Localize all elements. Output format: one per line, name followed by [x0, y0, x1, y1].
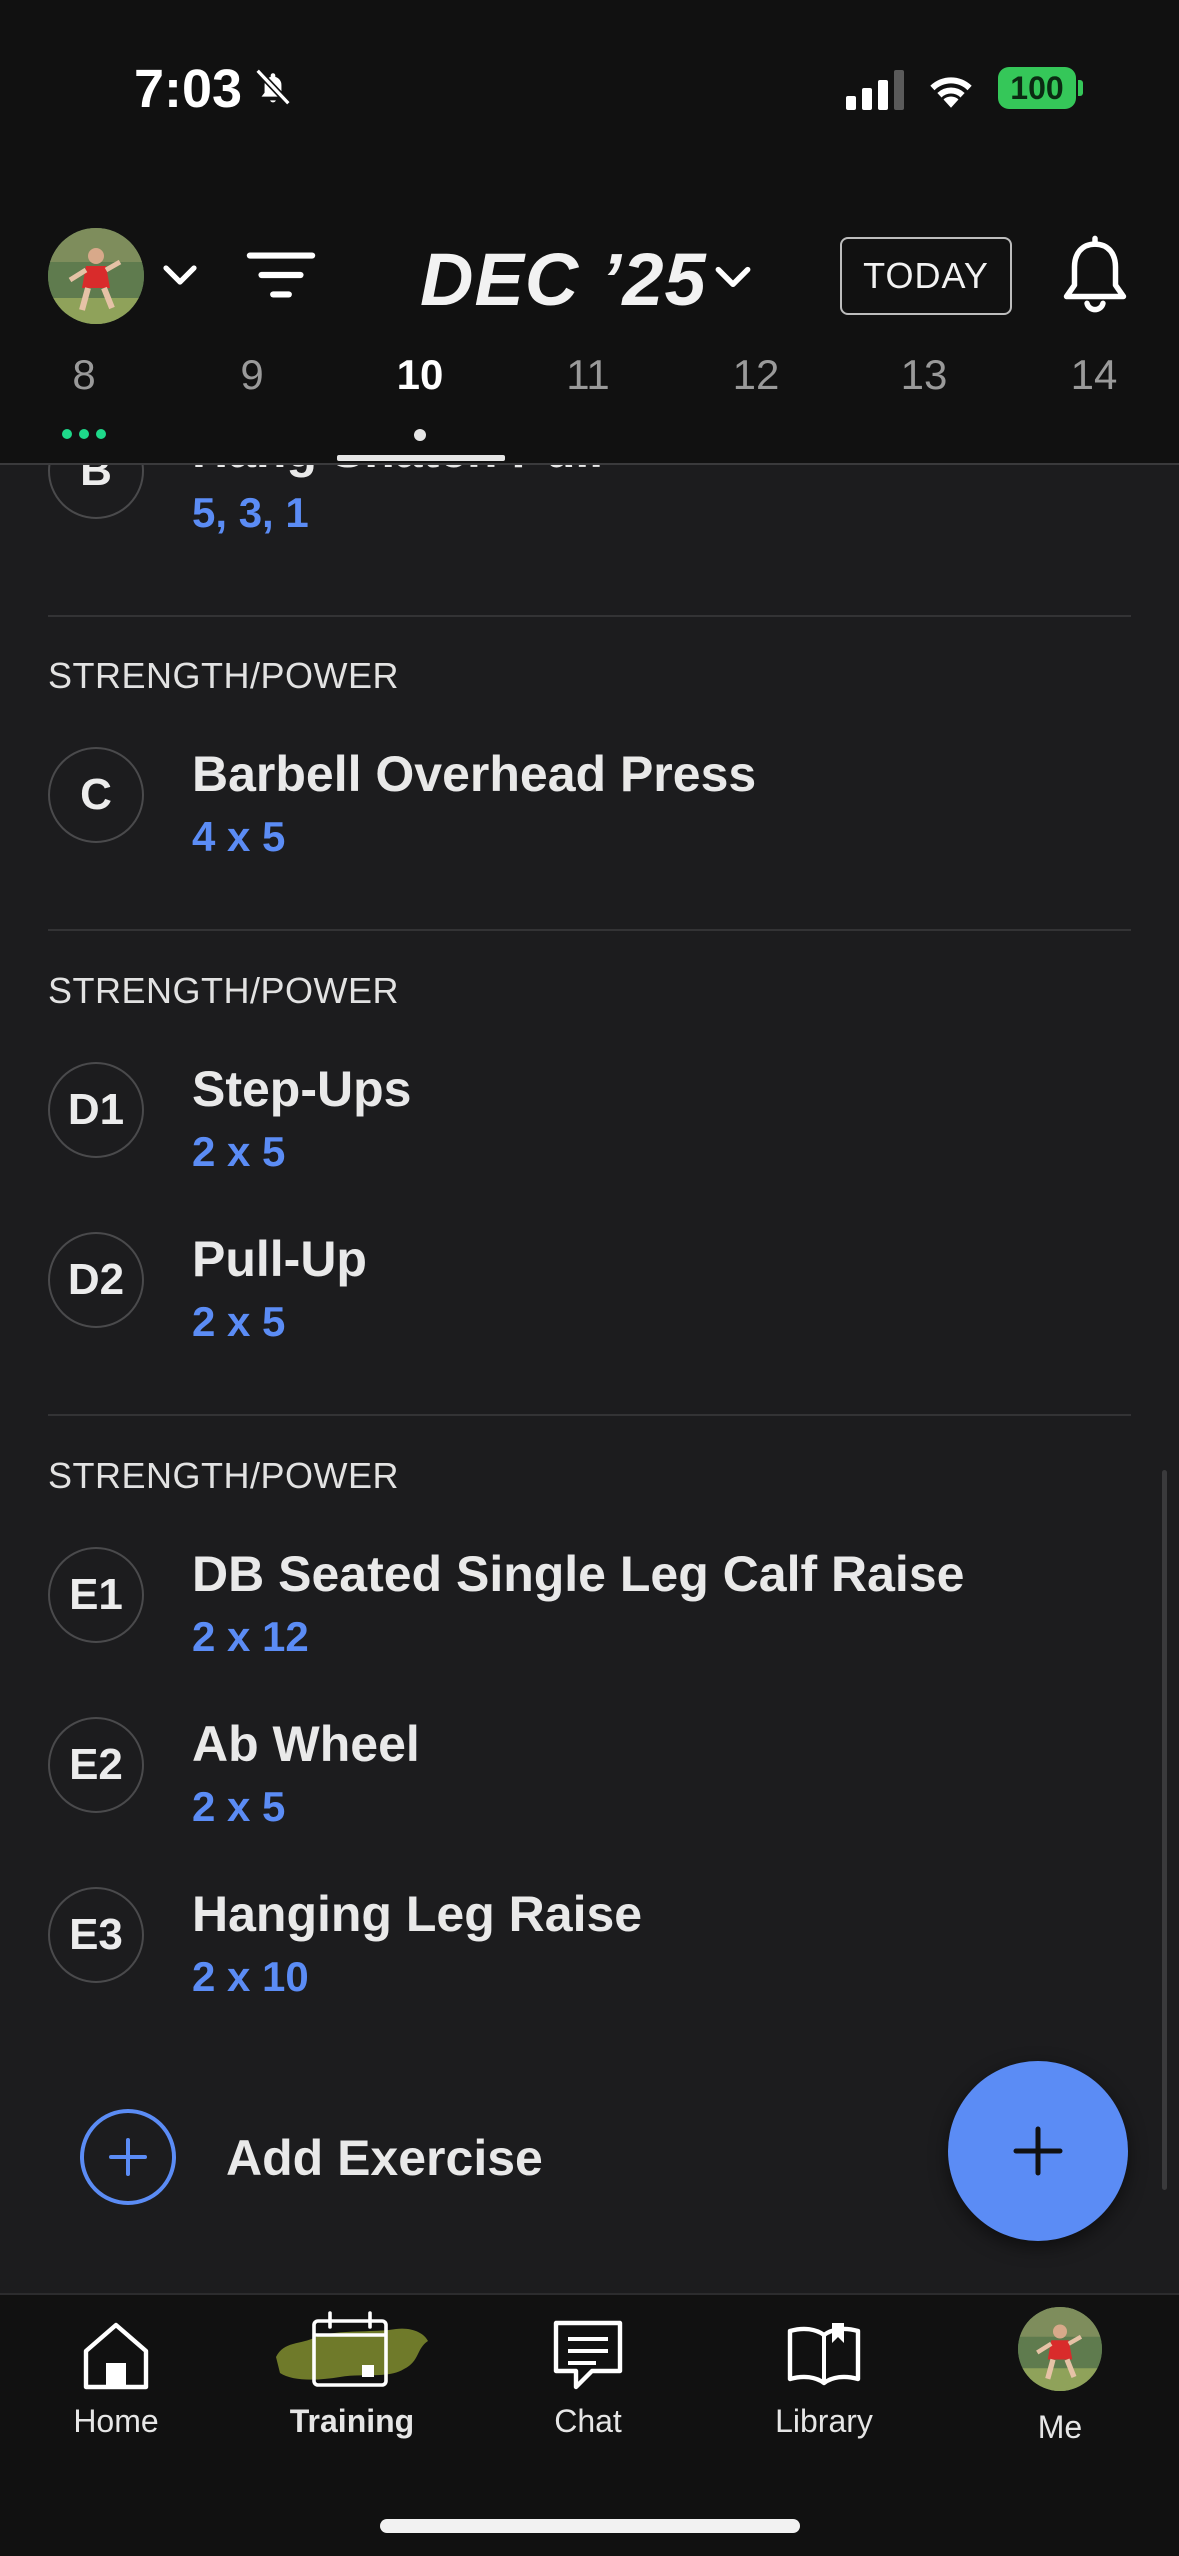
- day-number: 8: [72, 351, 96, 398]
- exercise-badge: E2: [48, 1717, 144, 1813]
- section-label: STRENGTH/POWER: [48, 655, 400, 696]
- exercise-name: Pull-Up: [192, 1231, 367, 1287]
- avatar-photo: [48, 228, 144, 324]
- cellular-signal-icon: [846, 70, 904, 110]
- exercise-item[interactable]: D1 Step-Ups 2 x 5: [0, 1060, 1179, 1200]
- day-activity-dots: [24, 429, 144, 439]
- battery-nub: [1078, 80, 1083, 96]
- day-8[interactable]: 8: [24, 351, 144, 439]
- add-exercise-button[interactable]: Add Exercise: [80, 2107, 580, 2207]
- exercise-item[interactable]: D2 Pull-Up 2 x 5: [0, 1230, 1179, 1370]
- bell-muted-icon: [255, 68, 291, 106]
- chat-icon: [553, 2320, 623, 2390]
- tab-library[interactable]: Library: [724, 2295, 924, 2455]
- exercise-name: Hanging Leg Raise: [192, 1886, 643, 1942]
- section-label: STRENGTH/POWER: [48, 1455, 400, 1496]
- exercise-name: Barbell Overhead Press: [192, 746, 757, 802]
- day-9[interactable]: 9: [192, 351, 312, 399]
- exercise-sets: 2 x 5: [192, 1298, 286, 1345]
- section-divider: [48, 929, 1131, 931]
- exercise-badge: D2: [48, 1232, 144, 1328]
- battery-indicator: 100: [998, 67, 1076, 109]
- day-number: 10: [396, 351, 444, 398]
- section-divider: [48, 1414, 1131, 1416]
- chevron-down-icon[interactable]: [160, 261, 200, 291]
- calendar-header: DEC ’25 TODAY 8 9 10 11 12 13 14: [0, 175, 1179, 465]
- exercise-sets: 2 x 10: [192, 1953, 309, 2000]
- day-activity-dots: [360, 429, 480, 441]
- bell-icon[interactable]: [1058, 235, 1132, 317]
- tab-home[interactable]: Home: [16, 2295, 216, 2455]
- status-time: 7:03: [134, 59, 243, 119]
- exercise-badge: D1: [48, 1062, 144, 1158]
- exercise-item[interactable]: E2 Ab Wheel 2 x 5: [0, 1715, 1179, 1855]
- home-icon: [83, 2322, 149, 2390]
- month-title[interactable]: DEC ’25: [420, 237, 707, 322]
- tab-chat[interactable]: Chat: [488, 2295, 688, 2455]
- exercise-sets: 2 x 5: [192, 1783, 286, 1830]
- day-10[interactable]: 10: [360, 351, 480, 441]
- wifi-icon: [930, 77, 972, 108]
- selected-day-underline: [337, 455, 505, 461]
- day-14[interactable]: 14: [1034, 351, 1154, 399]
- exercise-item[interactable]: E3 Hanging Leg Raise 2 x 10: [0, 1885, 1179, 2025]
- week-day-strip: 8 9 10 11 12 13 14: [0, 351, 1179, 461]
- add-circle-icon: [80, 2109, 176, 2205]
- day-number: 14: [1070, 351, 1118, 398]
- exercise-badge: E3: [48, 1887, 144, 1983]
- exercise-sets: 2 x 12: [192, 1613, 309, 1660]
- tab-label: Chat: [554, 2403, 622, 2439]
- filter-icon[interactable]: [246, 247, 316, 303]
- exercise-item[interactable]: B Hang Snatch Pull 5, 3, 1: [0, 465, 1179, 561]
- chevron-down-icon[interactable]: [712, 263, 754, 293]
- tab-label: Training: [289, 2403, 415, 2439]
- day-number: 9: [240, 351, 264, 398]
- tab-label: Home: [73, 2403, 159, 2439]
- exercise-name: Step-Ups: [192, 1061, 412, 1117]
- home-indicator: [380, 2519, 800, 2533]
- exercise-name: Ab Wheel: [192, 1716, 420, 1772]
- bottom-tab-bar: Home Training Chat Library Me: [0, 2293, 1179, 2556]
- day-12[interactable]: 12: [696, 351, 816, 399]
- exercise-badge: B: [48, 465, 144, 519]
- section-divider: [48, 615, 1131, 617]
- tab-label: Me: [1037, 2409, 1083, 2445]
- plus-icon: [1013, 2126, 1063, 2176]
- workout-list[interactable]: B Hang Snatch Pull 5, 3, 1 STRENGTH/POWE…: [0, 465, 1179, 2293]
- day-number: 11: [566, 351, 610, 398]
- day-number: 13: [900, 351, 948, 398]
- calendar-icon: [276, 2311, 428, 2387]
- add-fab-button[interactable]: [948, 2061, 1128, 2241]
- book-icon: [787, 2323, 861, 2386]
- avatar: [1018, 2307, 1102, 2391]
- tab-label: Library: [775, 2403, 873, 2439]
- today-button[interactable]: TODAY: [840, 237, 1012, 315]
- add-exercise-label: Add Exercise: [226, 2130, 543, 2186]
- day-number: 12: [732, 351, 780, 398]
- exercise-item[interactable]: E1 DB Seated Single Leg Calf Raise 2 x 1…: [0, 1545, 1179, 1685]
- section-label: STRENGTH/POWER: [48, 970, 400, 1011]
- athlete-avatar[interactable]: [48, 228, 144, 324]
- exercise-badge: C: [48, 747, 144, 843]
- exercise-name: Hang Snatch Pull: [192, 465, 603, 479]
- scrollbar[interactable]: [1162, 1470, 1167, 2190]
- exercise-sets: 4 x 5: [192, 813, 286, 860]
- exercise-name: DB Seated Single Leg Calf Raise: [192, 1546, 965, 1602]
- exercise-sets: 2 x 5: [192, 1128, 286, 1175]
- day-11[interactable]: 11: [528, 351, 648, 399]
- exercise-badge: E1: [48, 1547, 144, 1643]
- tab-me[interactable]: Me: [960, 2295, 1160, 2455]
- exercise-item[interactable]: C Barbell Overhead Press 4 x 5: [0, 745, 1179, 885]
- tab-training[interactable]: Training: [252, 2295, 452, 2455]
- day-13[interactable]: 13: [864, 351, 984, 399]
- status-bar: 7:03 100: [0, 0, 1179, 175]
- exercise-sets: 5, 3, 1: [192, 489, 309, 536]
